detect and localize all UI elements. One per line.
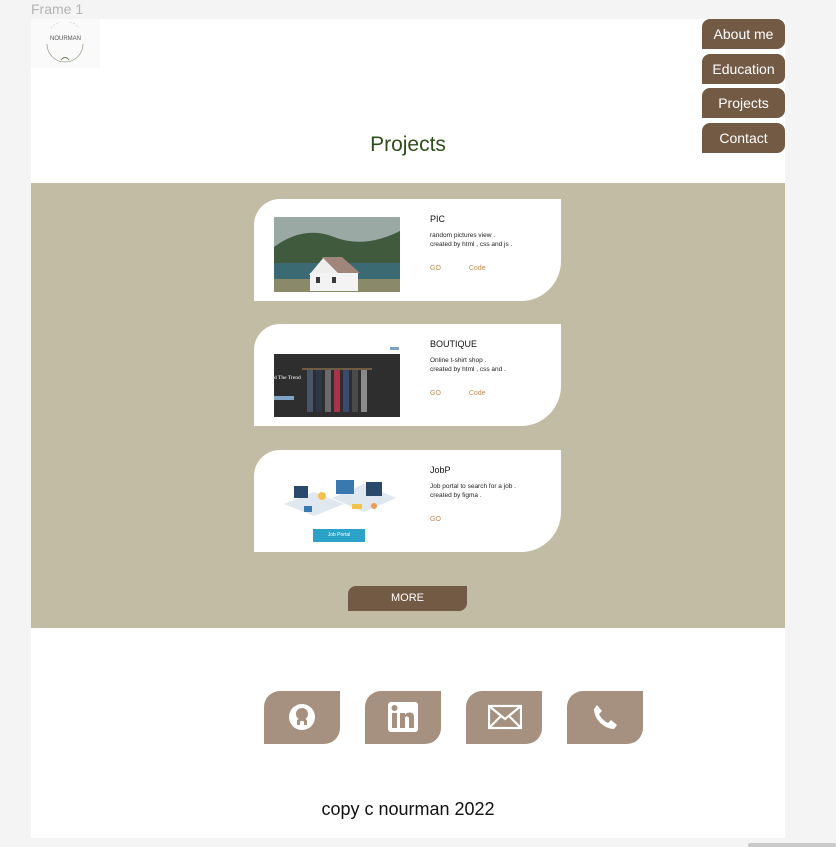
project-description: Job portal to search for a job . created… [430,483,516,499]
phone-button[interactable] [567,691,643,744]
boutique-thumb-heading: d The Trend [274,375,301,381]
project-thumbnail: d The Trend [274,342,400,417]
nav-about-me[interactable]: About me [702,19,785,49]
mail-icon [488,704,522,730]
logo-wreath-icon [46,22,84,63]
project-thumbnail: Job Portal [274,464,400,542]
project-code-link[interactable]: Code [469,265,486,272]
page-frame: NOURMAN About me Education Projects Cont… [31,19,785,838]
project-title: BOUTIQUE [430,339,478,349]
nav-education[interactable]: Education [702,53,785,84]
project-go-link[interactable]: GO [430,390,441,397]
nav-projects[interactable]: Projects [702,88,785,118]
frame-label: Frame 1 [31,1,84,17]
copyright-text: copy c nourman 2022 [321,799,495,819]
phone-icon [594,705,617,729]
logo[interactable]: NOURMAN [31,19,100,68]
project-go-link[interactable]: GO [430,516,441,523]
project-card-pic: PIC random pictures view . created by ht… [254,199,561,301]
project-thumbnail [274,217,400,292]
project-title: PIC [430,214,446,224]
linkedin-icon [388,702,418,732]
project-title: JobP [430,465,451,475]
project-description: random pictures view . created by html ,… [430,232,513,248]
project-card-jobp: Job Portal JobP Job portal to search for… [254,450,561,552]
scrollbar[interactable] [748,843,836,847]
logo-text: NOURMAN [50,36,81,42]
job-portal-thumb-button: Job Portal [313,529,365,542]
more-button[interactable]: MORE [348,586,467,611]
github-button[interactable] [264,691,340,744]
project-description: Online t-shirt shop . created by html , … [430,357,506,373]
linkedin-button[interactable] [365,691,441,744]
project-card-boutique: d The Trend BOUTIQUE Online t-shirt shop… [254,324,561,426]
projects-section: PIC random pictures view . created by ht… [31,183,785,628]
project-code-link[interactable]: Code [469,390,486,397]
github-icon [289,704,315,730]
project-go-link[interactable]: GO [430,265,441,272]
page-title: Projects [370,133,446,156]
email-button[interactable] [466,691,542,744]
